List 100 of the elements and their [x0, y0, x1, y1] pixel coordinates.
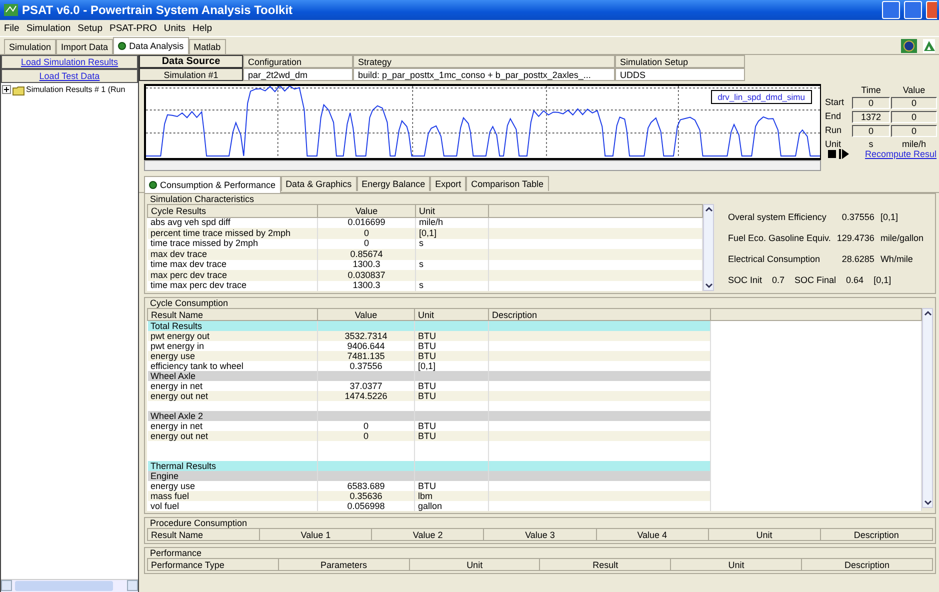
table-cell: BTU — [414, 331, 488, 341]
table-cell: 3532.7314 — [318, 331, 414, 341]
close-button[interactable] — [926, 1, 937, 19]
table-cell: BTU — [414, 351, 488, 361]
table-cell: energy out net — [148, 431, 318, 441]
table-cell: pwt energy out — [148, 331, 318, 341]
metric-label: SOC Final — [794, 275, 836, 285]
metric-value: 0.7 — [772, 275, 785, 285]
horizontal-scrollbar[interactable] — [1, 579, 138, 592]
tab[interactable]: Energy Balance — [356, 176, 430, 191]
scroll-up-icon — [704, 205, 713, 214]
value-field[interactable]: 0 — [891, 111, 937, 123]
legend-label: drv_lin_spd_dmd_simu — [710, 90, 812, 104]
tab[interactable]: Consumption & Performance — [144, 176, 281, 193]
column-header: Performance Type — [148, 558, 278, 570]
data-source-label: Data Source — [139, 55, 243, 68]
group-row-label: Engine — [148, 471, 318, 481]
metric-label: SOC Init — [728, 275, 762, 285]
unit-label: mile/h — [900, 139, 927, 149]
restore-button[interactable] — [904, 1, 922, 19]
value-field[interactable]: 0 — [891, 97, 937, 109]
column-header: Result — [540, 558, 671, 570]
column-header: Value 4 — [596, 528, 708, 540]
scroll-up-icon — [923, 309, 932, 318]
menu-item[interactable]: Simulation — [26, 22, 71, 34]
menu-item[interactable]: Units — [164, 22, 186, 34]
tab[interactable]: Export — [430, 176, 466, 191]
column-header: Strategy — [353, 55, 615, 68]
metric-unit: [0,1] — [874, 275, 892, 285]
group-title: Cycle Consumption — [150, 298, 228, 308]
triangle-logo-icon — [923, 38, 935, 52]
metric-unit: [0,1] — [880, 212, 899, 222]
table-cell: 0.85674 — [318, 249, 416, 260]
menu-item[interactable]: Setup — [78, 22, 102, 34]
column-header: Cycle Results — [148, 204, 318, 218]
app-icon — [4, 3, 18, 17]
group-title: Procedure Consumption — [150, 518, 248, 528]
column-header: Simulation Setup — [615, 55, 745, 68]
table-cell: max dev trace — [148, 249, 318, 260]
link[interactable]: Load Simulation Results — [1, 55, 138, 69]
section-row-label: Total Results — [148, 320, 318, 331]
tab[interactable]: Simulation — [4, 39, 56, 54]
table-cell: [0,1] — [416, 228, 488, 239]
window-title: PSAT v6.0 - Powertrain System Analysis Toolkit — [22, 3, 294, 17]
table-cell: 7481.135 — [318, 351, 414, 361]
table-cell: par_2t2wd_dm — [243, 68, 353, 81]
column-header: Value 2 — [372, 528, 484, 540]
table-cell: percent time trace missed by 2mph — [148, 228, 318, 239]
column-header: Time — [860, 85, 882, 95]
time-field[interactable]: 0 — [852, 125, 890, 137]
tab[interactable]: Data & Graphics — [280, 176, 357, 191]
column-header: Unit — [414, 308, 488, 320]
table-cell: 0 — [318, 228, 416, 239]
metric-label: Electrical Consumption — [728, 254, 822, 264]
expand-icon[interactable] — [2, 85, 11, 94]
time-field[interactable]: 0 — [852, 97, 890, 109]
menu-item[interactable]: PSAT-PRO — [110, 22, 157, 34]
value-field[interactable]: 0 — [891, 125, 937, 137]
horizontal-scrollbar[interactable] — [144, 160, 821, 171]
metric-unit: mile/gallon — [880, 233, 924, 243]
menu-item[interactable]: File — [4, 22, 20, 34]
metric-label: Overal system Efficiency — [728, 212, 828, 222]
column-header: Result Name — [148, 528, 260, 540]
column-header: Value 3 — [484, 528, 596, 540]
vertical-scrollbar[interactable] — [922, 308, 933, 508]
play-icon — [839, 149, 849, 159]
recompute-link[interactable]: Recompute Resul — [851, 149, 937, 159]
group-title: Performance — [150, 548, 202, 558]
tree-item[interactable]: Simulation Results # 1 (Run — [26, 85, 126, 94]
group-row-label: Wheel Axle 2 — [148, 411, 318, 421]
menu-item[interactable]: Help — [192, 22, 212, 34]
metric-value: 129.4736 — [836, 233, 874, 243]
metric-unit: Wh/mile — [880, 254, 914, 264]
table-cell: 0.056998 — [318, 501, 414, 511]
minimize-button[interactable] — [882, 1, 900, 19]
tab[interactable]: Import Data — [56, 39, 114, 54]
row-label: Start — [825, 97, 846, 109]
unit-label: s — [868, 139, 874, 149]
column-header: Value — [902, 85, 926, 95]
section-row-label: Thermal Results — [148, 461, 318, 471]
column-header: Configuration — [243, 55, 353, 68]
column-header: Value 1 — [260, 528, 372, 540]
table-cell: 0 — [318, 431, 414, 441]
link[interactable]: Load Test Data — [1, 69, 138, 83]
table-cell: 1474.5226 — [318, 391, 414, 401]
tab[interactable]: Matlab — [188, 39, 226, 54]
time-field[interactable]: 1372 — [852, 111, 890, 123]
group-title: Simulation Characteristics — [150, 194, 254, 204]
group-row-label: Wheel Axle — [148, 371, 318, 381]
table-cell: gallon — [414, 501, 488, 511]
column-header: Parameters — [278, 558, 410, 570]
table-cell: vol fuel — [148, 501, 318, 511]
vertical-scrollbar[interactable] — [703, 204, 714, 291]
column-header: Value — [318, 308, 414, 320]
column-header: Value — [318, 204, 416, 218]
row-label: End — [825, 111, 842, 123]
tab[interactable]: Comparison Table — [466, 176, 549, 191]
table-cell: s — [416, 280, 488, 291]
tab[interactable]: Data Analysis — [113, 37, 189, 54]
column-header: Unit — [409, 558, 540, 570]
